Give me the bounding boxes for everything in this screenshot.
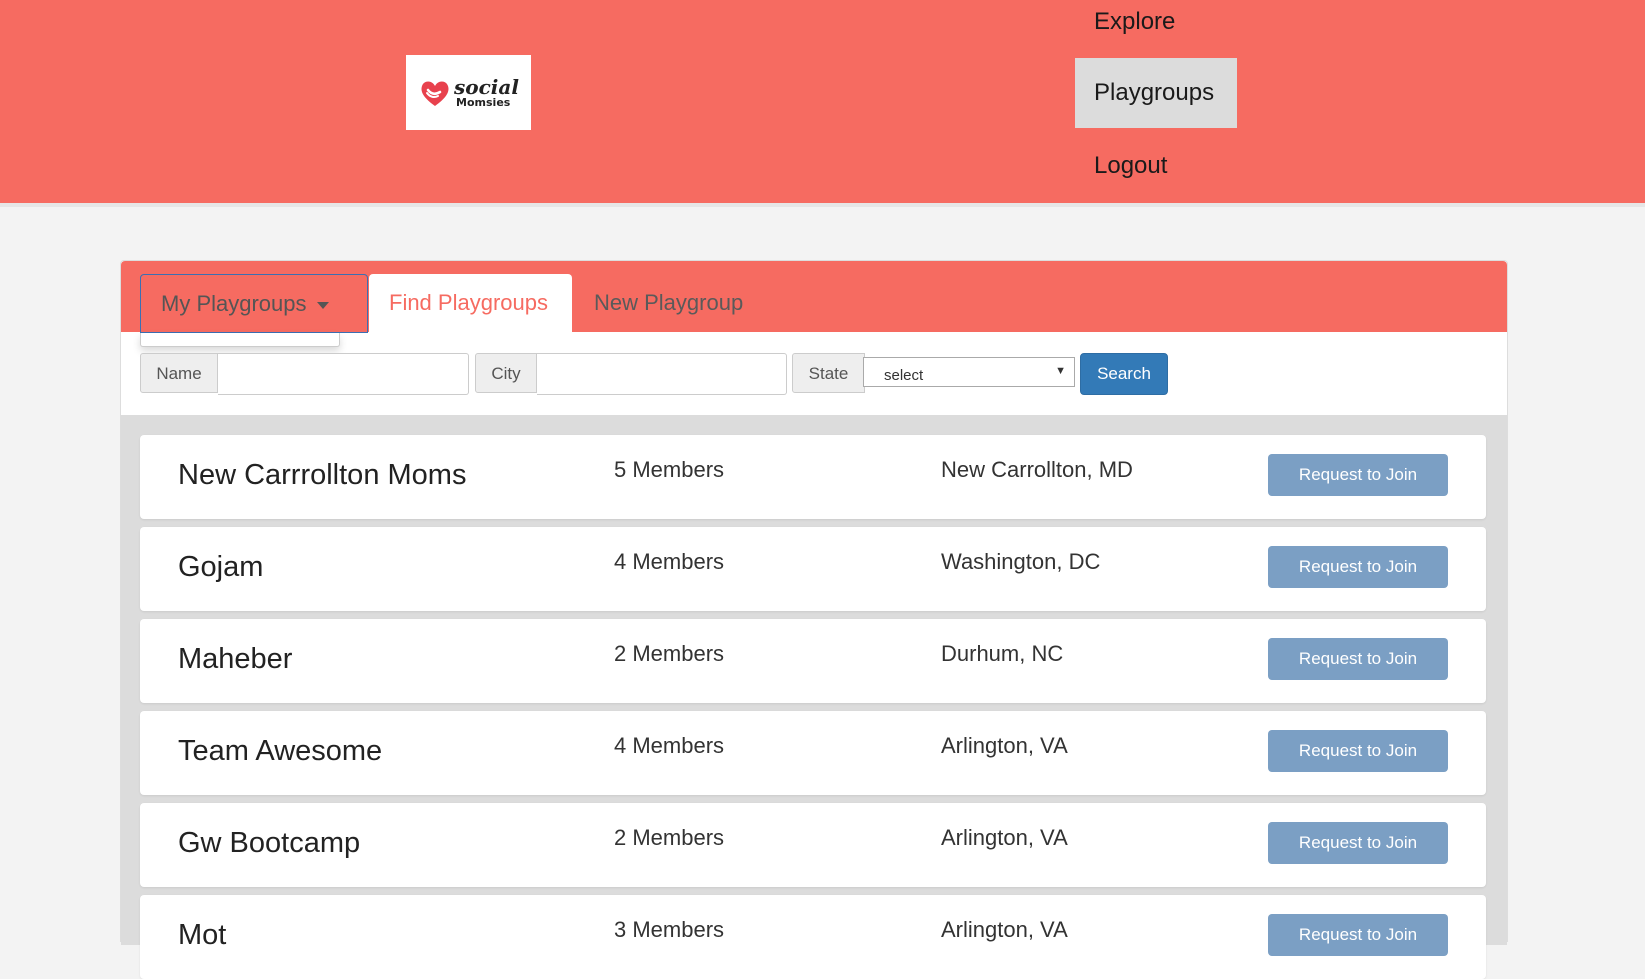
- playgroup-name[interactable]: Maheber: [178, 643, 292, 676]
- request-to-join-button[interactable]: Request to Join: [1268, 546, 1448, 588]
- caret-down-icon: [316, 301, 329, 309]
- name-input[interactable]: [218, 353, 469, 395]
- playgroups-panel: My Playgroups Find Playgroups New Playgr…: [120, 260, 1508, 979]
- logo-word-momsies: Momsies: [456, 96, 511, 109]
- navbar-divider: [0, 203, 1645, 207]
- request-to-join-button[interactable]: Request to Join: [1268, 822, 1448, 864]
- playgroup-location: New Carrollton, MD: [941, 457, 1133, 482]
- request-to-join-button[interactable]: Request to Join: [1268, 454, 1448, 496]
- list-item: Team Awesome 4 Members Arlington, VA Req…: [140, 711, 1486, 795]
- search-button[interactable]: Search: [1080, 353, 1168, 395]
- my-playgroups-dropdown: [140, 333, 340, 347]
- playgroup-location: Washington, DC: [941, 549, 1101, 574]
- brand-logo[interactable]: social Momsies: [406, 55, 531, 130]
- list-item: Mot 3 Members Arlington, VA Request to J…: [140, 895, 1486, 979]
- playgroup-name[interactable]: Gw Bootcamp: [178, 827, 360, 860]
- member-count: 5 Members: [614, 457, 725, 482]
- state-select-value: select: [884, 367, 924, 384]
- member-count: 4 Members: [614, 549, 725, 574]
- member-count: 2 Members: [614, 641, 725, 666]
- playgroup-name[interactable]: Mot: [178, 919, 226, 952]
- state-select[interactable]: select ▼: [863, 357, 1075, 387]
- member-count: 4 Members: [614, 733, 725, 758]
- playgroup-list: New Carrrollton Moms 5 Members New Carro…: [121, 415, 1507, 979]
- city-addon-label: City: [475, 353, 537, 393]
- playgroup-location: Durhum, NC: [941, 641, 1064, 666]
- nav-logout[interactable]: Logout: [1075, 131, 1186, 201]
- playgroup-location: Arlington, VA: [941, 825, 1068, 850]
- playgroup-name[interactable]: Team Awesome: [178, 735, 382, 768]
- tab-new-playgroup[interactable]: New Playgroup: [574, 274, 763, 332]
- member-count: 3 Members: [614, 917, 725, 942]
- logo-word-social: social: [454, 75, 519, 99]
- list-item: New Carrrollton Moms 5 Members New Carro…: [140, 435, 1486, 519]
- nav-explore[interactable]: Explore: [1075, 0, 1194, 57]
- tab-find-playgroups[interactable]: Find Playgroups: [369, 274, 572, 332]
- state-addon-label: State: [792, 353, 865, 393]
- playgroup-location: Arlington, VA: [941, 733, 1068, 758]
- select-arrow-icon: ▼: [1055, 365, 1066, 377]
- request-to-join-button[interactable]: Request to Join: [1268, 638, 1448, 680]
- request-to-join-button[interactable]: Request to Join: [1268, 914, 1448, 956]
- panel-tabs: My Playgroups Find Playgroups New Playgr…: [121, 261, 1507, 333]
- member-count: 2 Members: [614, 825, 725, 850]
- tab-my-playgroups[interactable]: My Playgroups: [140, 274, 368, 333]
- playgroup-name[interactable]: Gojam: [178, 551, 263, 584]
- city-input[interactable]: [537, 353, 787, 395]
- nav-playgroups[interactable]: Playgroups: [1075, 58, 1237, 128]
- request-to-join-button[interactable]: Request to Join: [1268, 730, 1448, 772]
- heart-hand-icon: [421, 81, 449, 106]
- top-navbar: social Momsies Explore Playgroups Logout: [0, 0, 1645, 203]
- name-addon-label: Name: [140, 353, 218, 393]
- list-item: Maheber 2 Members Durhum, NC Request to …: [140, 619, 1486, 703]
- playgroup-name[interactable]: New Carrrollton Moms: [178, 459, 466, 492]
- playgroup-location: Arlington, VA: [941, 917, 1068, 942]
- list-item: Gojam 4 Members Washington, DC Request t…: [140, 527, 1486, 611]
- tab-my-playgroups-label: My Playgroups: [161, 291, 307, 316]
- list-item: Gw Bootcamp 2 Members Arlington, VA Requ…: [140, 803, 1486, 887]
